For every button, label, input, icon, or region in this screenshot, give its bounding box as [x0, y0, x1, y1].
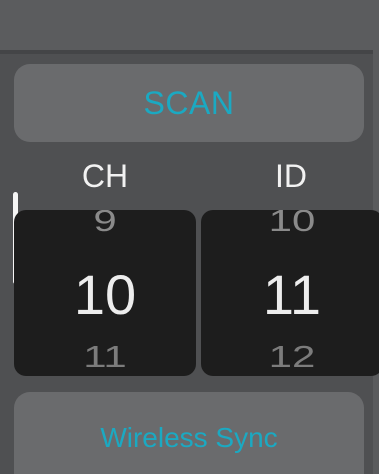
- watch-screen: SCAN CH ID 9 10 11 10 11 12 Wireless Syn…: [0, 0, 379, 474]
- wireless-sync-button[interactable]: Wireless Sync: [14, 392, 364, 474]
- id-previous-value[interactable]: 10: [201, 210, 379, 236]
- scan-button-label: SCAN: [143, 84, 235, 121]
- id-header: ID: [275, 158, 307, 194]
- id-next-value[interactable]: 12: [201, 342, 379, 372]
- channel-current-value[interactable]: 10: [14, 267, 196, 323]
- wireless-sync-label: Wireless Sync: [100, 422, 278, 453]
- top-divider: [0, 50, 379, 54]
- top-bar: [0, 0, 379, 50]
- channel-header: CH: [81, 158, 129, 194]
- scan-button[interactable]: SCAN: [14, 64, 364, 142]
- channel-picker[interactable]: 9 10 11: [14, 210, 196, 376]
- id-picker[interactable]: 10 11 12: [201, 210, 379, 376]
- channel-previous-value[interactable]: 9: [14, 210, 196, 236]
- channel-next-value[interactable]: 11: [14, 342, 196, 372]
- id-current-value[interactable]: 11: [201, 267, 379, 323]
